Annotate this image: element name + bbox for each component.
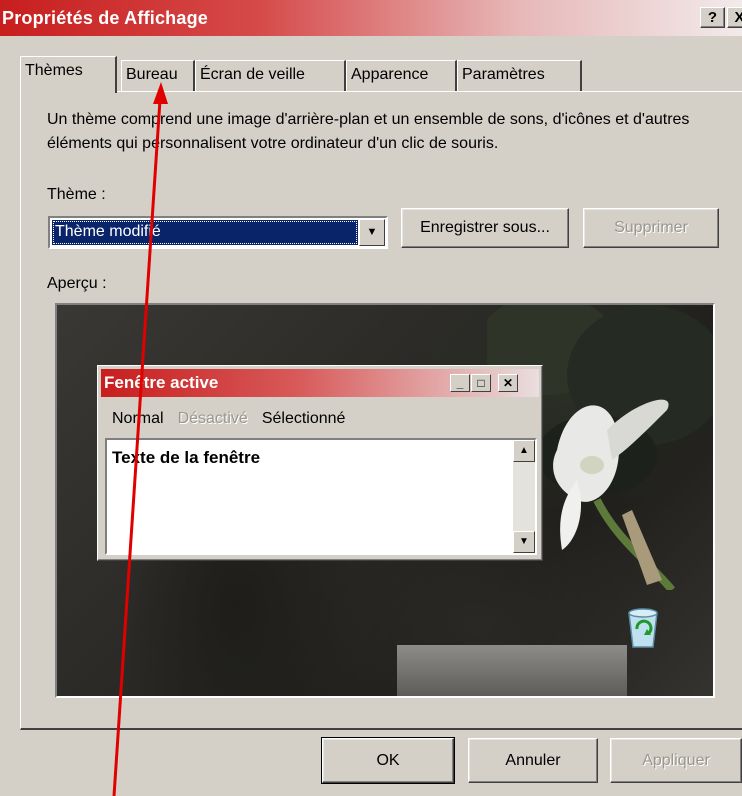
title-bar[interactable]: Propriétés de Affichage ? X [0,0,742,36]
minimize-icon: _ [450,374,470,392]
save-as-button[interactable]: Enregistrer sous... [401,208,569,248]
preview-scrollbar: ▲ ▼ [513,440,535,553]
tab-bureau[interactable]: Bureau [121,60,195,91]
preview-label: Aperçu : [47,275,107,292]
theme-label: Thème : [47,186,106,203]
orchid-graphic [553,399,676,590]
menu-normal: Normal [112,410,164,427]
theme-description: Un thème comprend une image d'arrière-pl… [47,111,690,152]
scroll-down-icon: ▼ [513,531,535,553]
theme-select[interactable]: Thème modifié ▼ [48,216,388,249]
preview-window-body: Texte de la fenêtre ▲ ▼ [105,438,537,555]
theme-preview: Fenêtre active _ □ ✕ Normal Désactivé Séle… [55,303,715,698]
display-properties-dialog: Propriétés de Affichage ? X Thèmes Burea… [0,0,742,796]
recycle-bin-icon[interactable] [625,605,661,649]
theme-select-value: Thème modifié [52,220,358,245]
help-button[interactable]: ? [700,7,725,28]
menu-selected: Sélectionné [261,410,346,427]
window-title: Propriétés de Affichage [2,8,208,28]
preview-window-title: Fenêtre active [104,373,219,392]
apply-button[interactable]: Appliquer [610,738,742,783]
ok-button[interactable]: OK [321,737,455,784]
wall-graphic [397,645,627,696]
tab-appearance[interactable]: Apparence [346,60,457,91]
scroll-up-icon: ▲ [513,440,535,462]
preview-active-window: Fenêtre active _ □ ✕ Normal Désactivé Séle… [97,365,543,561]
delete-button[interactable]: Supprimer [583,208,719,248]
close-icon: ✕ [498,374,518,392]
cancel-button[interactable]: Annuler [468,738,598,783]
preview-window-text: Texte de la fenêtre [112,448,261,467]
close-button[interactable]: X [727,7,742,28]
maximize-icon: □ [471,374,491,392]
chevron-down-icon[interactable]: ▼ [359,219,385,246]
preview-window-menu: Normal Désactivé Sélectionné [112,410,359,428]
tab-themes[interactable]: Thèmes [20,56,117,93]
tab-settings[interactable]: Paramètres [457,60,582,91]
preview-window-title-bar: Fenêtre active _ □ ✕ [101,369,539,397]
tab-screensaver[interactable]: Écran de veille [195,60,346,91]
menu-disabled: Désactivé [177,410,248,427]
